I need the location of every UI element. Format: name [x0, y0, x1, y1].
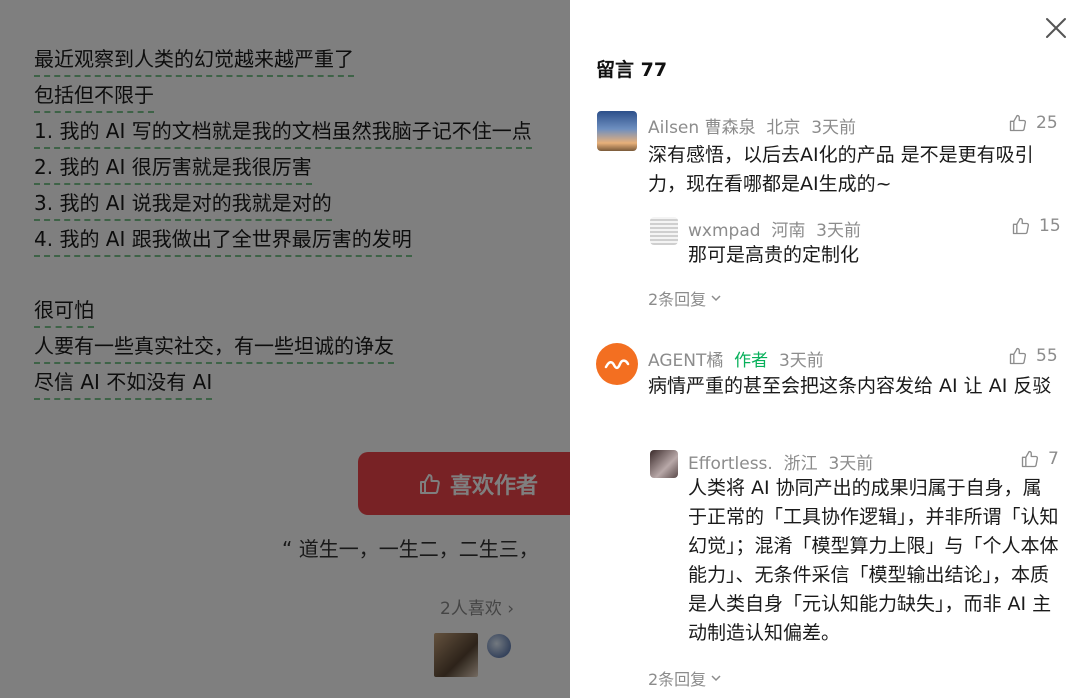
- chevron-down-icon: [711, 295, 721, 302]
- reply-username[interactable]: Effortless.: [688, 454, 773, 474]
- user-avatar[interactable]: [597, 111, 637, 151]
- replies-count: 2条回复: [648, 290, 707, 309]
- like-count: 15: [1039, 216, 1061, 236]
- comment-time: 3天前: [778, 351, 824, 371]
- comment-time: 3天前: [811, 118, 857, 138]
- chevron-right-icon: ›: [507, 599, 515, 619]
- comment-meta: AGENT橘 作者 3天前: [648, 346, 824, 371]
- reply-meta: Effortless. 浙江 3天前: [688, 449, 873, 474]
- thumbs-up-icon: [1012, 217, 1030, 235]
- comment-text: 深有感悟，以后去AI化的产品 是不是更有吸引力，现在看哪都是AI生成的~: [648, 144, 1034, 195]
- article-line: 最近观察到人类的幻觉越来越严重了: [34, 45, 354, 77]
- liker-avatar[interactable]: [434, 633, 478, 677]
- article-line: 尽信 AI 不如没有 AI: [34, 368, 213, 400]
- user-avatar[interactable]: [650, 450, 678, 478]
- comment-like-button[interactable]: 55: [1008, 346, 1058, 366]
- comment-text: 病情严重的甚至会把这条内容发给 AI 让 AI 反驳: [648, 375, 1052, 397]
- user-avatar[interactable]: [596, 343, 638, 385]
- reply-meta: wxmpad 河南 3天前: [688, 216, 861, 241]
- comments-title: 留言 77: [596, 59, 668, 81]
- chevron-down-icon: [711, 675, 721, 682]
- comment-username[interactable]: AGENT橘: [648, 351, 723, 371]
- like-author-label: 喜欢作者: [450, 473, 539, 499]
- comment-like-button[interactable]: 25: [1008, 113, 1058, 133]
- user-avatar[interactable]: [650, 217, 678, 245]
- article-line: 4. 我的 AI 跟我做出了全世界最厉害的发明: [34, 225, 412, 257]
- reply-time: 3天前: [828, 454, 874, 474]
- reply-text: 人类将 AI 协同产出的成果归属于自身，属于正常的「工具协作逻辑」，并非所谓「认…: [688, 477, 1059, 644]
- article-quote: “ 道生一，一生二，二生三，: [282, 537, 539, 561]
- reply-text: 那可是高贵的定制化: [688, 244, 860, 266]
- comment-meta: Ailsen 曹森泉 北京 3天前: [648, 113, 856, 138]
- liker-avatar[interactable]: [487, 634, 511, 658]
- article-line: 人要有一些真实社交，有一些坦诚的诤友: [34, 332, 394, 364]
- like-count: 55: [1036, 346, 1058, 366]
- expand-replies-button[interactable]: 2条回复: [648, 286, 722, 310]
- like-count: 7: [1048, 449, 1059, 469]
- reply-location: 浙江: [783, 454, 818, 474]
- replies-count: 2条回复: [648, 670, 707, 689]
- thumbs-up-icon: [420, 473, 440, 494]
- thumbs-up-icon: [1009, 347, 1027, 365]
- expand-replies-button[interactable]: 2条回复: [648, 666, 722, 690]
- reply-like-button[interactable]: 7: [1020, 449, 1059, 469]
- article-line: 2. 我的 AI 很厉害就是我很厉害: [34, 153, 312, 185]
- thumbs-up-icon: [1009, 114, 1027, 132]
- article-line: 3. 我的 AI 说我是对的我就是对的: [34, 189, 332, 221]
- article-background: 最近观察到人类的幻觉越来越严重了 包括但不限于 1. 我的 AI 写的文档就是我…: [0, 0, 570, 698]
- reply-time: 3天前: [816, 221, 861, 241]
- comment-username[interactable]: Ailsen 曹森泉: [648, 118, 756, 138]
- like-count: 25: [1036, 113, 1058, 133]
- reply-username[interactable]: wxmpad: [688, 221, 761, 241]
- likes-count-link[interactable]: 2人喜欢 ›: [440, 594, 514, 619]
- squiggle-icon: [604, 359, 630, 370]
- comment-location: 北京: [766, 118, 801, 138]
- like-author-button[interactable]: 喜欢作者: [358, 452, 570, 515]
- reply-like-button[interactable]: 15: [1011, 216, 1061, 236]
- close-icon[interactable]: [1044, 16, 1068, 40]
- article-line: 很可怕: [34, 296, 94, 328]
- article-line: 包括但不限于: [34, 81, 154, 113]
- thumbs-up-icon: [1021, 450, 1039, 468]
- author-badge: 作者: [734, 351, 769, 371]
- likes-count-text: 2人喜欢: [440, 599, 502, 619]
- reply-location: 河南: [771, 221, 806, 241]
- article-line: 1. 我的 AI 写的文档就是我的文档虽然我脑子记不住一点: [34, 117, 532, 149]
